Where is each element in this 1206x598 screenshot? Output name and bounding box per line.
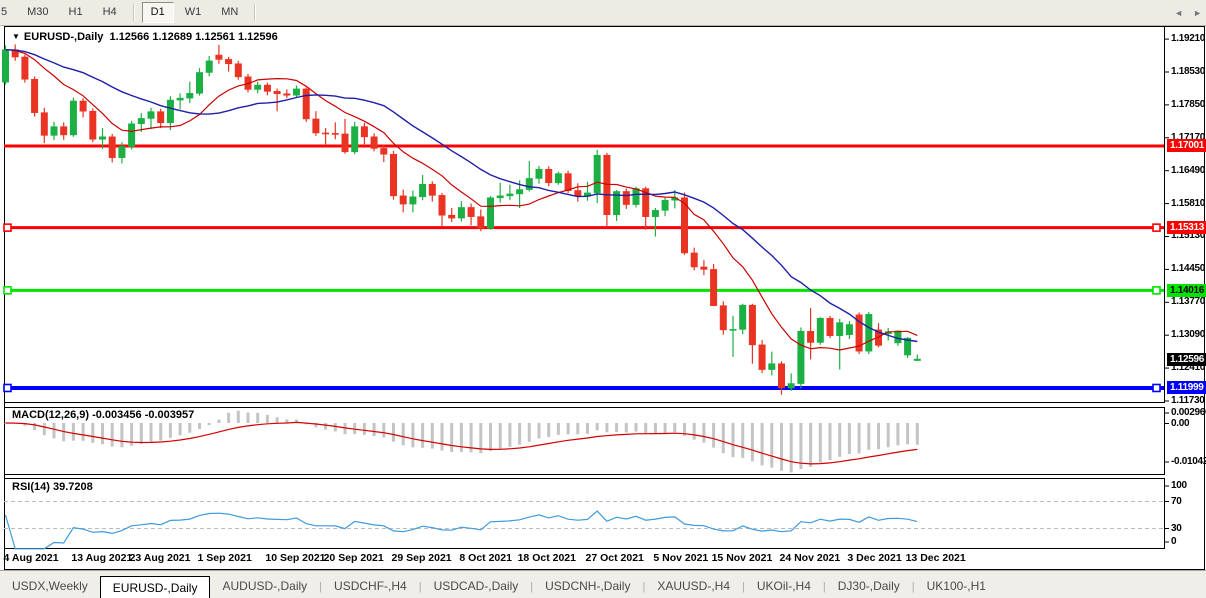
rsi-value: 39.7208 — [53, 481, 93, 493]
price-tick-label: 1.19210 — [1171, 33, 1205, 44]
symbol-tabbar: USDX,WeeklyEURUSD-,DailyAUDUSD-,Daily|US… — [0, 570, 1206, 598]
symbol-dropdown-icon[interactable]: ▼ — [12, 32, 20, 41]
date-axis-label: 24 Nov 2021 — [780, 552, 841, 564]
symbol-tab-usdcnh-daily[interactable]: USDCNH-,Daily — [533, 576, 642, 597]
date-axis-label: 5 Nov 2021 — [653, 552, 708, 564]
symbol-tab-uk100-h1[interactable]: UK100-,H1 — [915, 576, 998, 597]
tab-scroll-left-icon[interactable]: ◄ — [1174, 8, 1183, 18]
rsi-tick-label: 70 — [1171, 496, 1182, 507]
symbol-tab-usdcad-daily[interactable]: USDCAD-,Daily — [422, 576, 531, 597]
macd-values: -0.003456 -0.003957 — [92, 409, 194, 421]
symbol-tab-audusd-daily[interactable]: AUDUSD-,Daily — [210, 576, 319, 597]
symbol-tab-usdx-weekly[interactable]: USDX,Weekly — [0, 576, 100, 597]
macd-tick-label: -0.01042 — [1171, 456, 1206, 467]
toolbar-separator — [133, 4, 135, 21]
price-pane[interactable] — [4, 26, 1165, 403]
date-axis-label: 8 Oct 2021 — [459, 552, 512, 564]
symbol-tab-dj30-daily[interactable]: DJ30-,Daily — [826, 576, 912, 597]
timeframe-button-h1[interactable]: H1 — [60, 2, 92, 23]
timeframe-button-d1[interactable]: D1 — [142, 2, 174, 23]
price-tick-label: 1.18530 — [1171, 66, 1205, 77]
price-tick-label: 1.13090 — [1171, 329, 1205, 340]
timeframe-button-5[interactable]: 5 — [0, 2, 16, 23]
date-axis-label: 13 Dec 2021 — [906, 552, 966, 564]
price-tick-label: 1.13770 — [1171, 296, 1205, 307]
date-axis-label: 23 Aug 2021 — [130, 552, 191, 564]
rsi-pane[interactable] — [4, 478, 1165, 549]
timeframe-button-m30[interactable]: M30 — [18, 2, 57, 23]
level-price-badge: 1.11999 — [1167, 381, 1206, 394]
rsi-tick-label: 100 — [1171, 480, 1187, 491]
trading-platform-window: 5M30H1H4 D1W1MN ▼ EURUSD-,Daily 1.12566 1.… — [0, 0, 1206, 598]
price-tick-label: 1.17850 — [1171, 99, 1205, 110]
chart-title-ohlc: 1.12566 1.12689 1.12561 1.12596 — [110, 31, 278, 43]
date-axis-label: 4 Aug 2021 — [4, 552, 59, 564]
tab-scroll-right-icon[interactable]: ► — [1193, 8, 1202, 18]
level-price-badge: 1.15313 — [1167, 221, 1206, 234]
date-axis-label: 13 Aug 2021 — [71, 552, 132, 564]
tab-scroll-controls: ◄ ► — [1174, 8, 1202, 18]
price-tick-label: 1.11730 — [1171, 395, 1205, 406]
timeframe-button-h4[interactable]: H4 — [94, 2, 126, 23]
rsi-indicator-label: RSI(14) 39.7208 — [12, 481, 93, 493]
date-axis-label: 3 Dec 2021 — [847, 552, 901, 564]
symbol-tab-eurusd-daily[interactable]: EURUSD-,Daily — [100, 576, 211, 598]
chart-window-frame — [4, 26, 1205, 570]
symbol-tab-ukoil-h4[interactable]: UKOil-,H4 — [745, 576, 823, 597]
macd-tick-label: 0.00 — [1171, 418, 1189, 429]
timeframe-toolbar: 5M30H1H4 D1W1MN — [0, 0, 1206, 26]
timeframe-button-mn[interactable]: MN — [212, 2, 247, 23]
price-tick-label: 1.15810 — [1171, 198, 1205, 209]
toolbar-separator — [254, 4, 256, 21]
timeframe-button-w1[interactable]: W1 — [176, 2, 211, 23]
current-price-badge: 1.12596 — [1167, 353, 1206, 366]
symbol-tab-usdchf-h4[interactable]: USDCHF-,H4 — [322, 576, 419, 597]
chart-title: ▼ EURUSD-,Daily 1.12566 1.12689 1.12561 1… — [12, 31, 278, 43]
level-price-badge: 1.14016 — [1167, 284, 1206, 297]
rsi-tick-label: 30 — [1171, 523, 1182, 534]
chart-title-symbol: EURUSD-,Daily — [24, 31, 103, 43]
date-axis-label: 1 Sep 2021 — [198, 552, 252, 564]
date-axis-label: 20 Sep 2021 — [324, 552, 384, 564]
macd-tick-label: 0.002966 — [1171, 407, 1206, 418]
date-axis-label: 18 Oct 2021 — [518, 552, 576, 564]
level-price-badge: 1.17001 — [1167, 139, 1206, 152]
date-axis-label: 27 Oct 2021 — [586, 552, 644, 564]
price-tick-label: 1.14450 — [1171, 263, 1205, 274]
date-axis-label: 10 Sep 2021 — [265, 552, 325, 564]
price-tick-label: 1.16490 — [1171, 165, 1205, 176]
date-axis-label: 29 Sep 2021 — [392, 552, 452, 564]
macd-indicator-label: MACD(12,26,9) -0.003456 -0.003957 — [12, 409, 194, 421]
symbol-tab-xauusd-h4[interactable]: XAUUSD-,H4 — [645, 576, 742, 597]
date-axis-label: 15 Nov 2021 — [712, 552, 773, 564]
rsi-tick-label: 0 — [1171, 536, 1176, 547]
